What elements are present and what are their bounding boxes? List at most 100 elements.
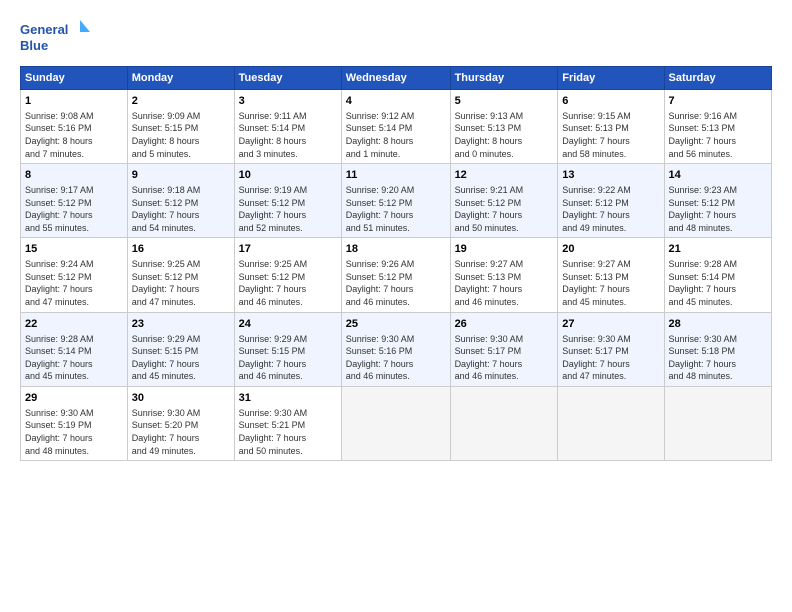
day-number: 18 bbox=[346, 242, 446, 257]
day-info: Sunrise: 9:17 AM Sunset: 5:12 PM Dayligh… bbox=[25, 184, 123, 234]
day-info: Sunrise: 9:27 AM Sunset: 5:13 PM Dayligh… bbox=[455, 258, 554, 308]
calendar-week-5: 29Sunrise: 9:30 AM Sunset: 5:19 PM Dayli… bbox=[21, 386, 772, 460]
day-number: 4 bbox=[346, 94, 446, 109]
day-number: 12 bbox=[455, 168, 554, 183]
day-number: 10 bbox=[239, 168, 337, 183]
day-number: 8 bbox=[25, 168, 123, 183]
day-number: 1 bbox=[25, 94, 123, 109]
calendar-cell: 18Sunrise: 9:26 AM Sunset: 5:12 PM Dayli… bbox=[341, 238, 450, 312]
day-info: Sunrise: 9:12 AM Sunset: 5:14 PM Dayligh… bbox=[346, 110, 446, 160]
day-info: Sunrise: 9:08 AM Sunset: 5:16 PM Dayligh… bbox=[25, 110, 123, 160]
day-number: 31 bbox=[239, 391, 337, 406]
calendar-cell: 30Sunrise: 9:30 AM Sunset: 5:20 PM Dayli… bbox=[127, 386, 234, 460]
calendar-cell: 10Sunrise: 9:19 AM Sunset: 5:12 PM Dayli… bbox=[234, 164, 341, 238]
calendar-cell: 28Sunrise: 9:30 AM Sunset: 5:18 PM Dayli… bbox=[664, 312, 771, 386]
day-info: Sunrise: 9:15 AM Sunset: 5:13 PM Dayligh… bbox=[562, 110, 659, 160]
calendar-cell: 24Sunrise: 9:29 AM Sunset: 5:15 PM Dayli… bbox=[234, 312, 341, 386]
day-info: Sunrise: 9:28 AM Sunset: 5:14 PM Dayligh… bbox=[669, 258, 767, 308]
calendar-cell: 26Sunrise: 9:30 AM Sunset: 5:17 PM Dayli… bbox=[450, 312, 558, 386]
svg-text:Blue: Blue bbox=[20, 38, 48, 53]
calendar-cell: 29Sunrise: 9:30 AM Sunset: 5:19 PM Dayli… bbox=[21, 386, 128, 460]
day-info: Sunrise: 9:27 AM Sunset: 5:13 PM Dayligh… bbox=[562, 258, 659, 308]
day-info: Sunrise: 9:09 AM Sunset: 5:15 PM Dayligh… bbox=[132, 110, 230, 160]
calendar-cell: 31Sunrise: 9:30 AM Sunset: 5:21 PM Dayli… bbox=[234, 386, 341, 460]
day-number: 7 bbox=[669, 94, 767, 109]
day-info: Sunrise: 9:19 AM Sunset: 5:12 PM Dayligh… bbox=[239, 184, 337, 234]
day-number: 22 bbox=[25, 317, 123, 332]
day-info: Sunrise: 9:18 AM Sunset: 5:12 PM Dayligh… bbox=[132, 184, 230, 234]
col-header-tuesday: Tuesday bbox=[234, 67, 341, 90]
day-info: Sunrise: 9:30 AM Sunset: 5:18 PM Dayligh… bbox=[669, 333, 767, 383]
day-info: Sunrise: 9:30 AM Sunset: 5:17 PM Dayligh… bbox=[455, 333, 554, 383]
col-header-monday: Monday bbox=[127, 67, 234, 90]
day-number: 23 bbox=[132, 317, 230, 332]
calendar-cell: 14Sunrise: 9:23 AM Sunset: 5:12 PM Dayli… bbox=[664, 164, 771, 238]
day-info: Sunrise: 9:30 AM Sunset: 5:20 PM Dayligh… bbox=[132, 407, 230, 457]
calendar-cell: 13Sunrise: 9:22 AM Sunset: 5:12 PM Dayli… bbox=[558, 164, 664, 238]
day-info: Sunrise: 9:13 AM Sunset: 5:13 PM Dayligh… bbox=[455, 110, 554, 160]
day-number: 17 bbox=[239, 242, 337, 257]
day-info: Sunrise: 9:29 AM Sunset: 5:15 PM Dayligh… bbox=[239, 333, 337, 383]
calendar-cell: 20Sunrise: 9:27 AM Sunset: 5:13 PM Dayli… bbox=[558, 238, 664, 312]
day-info: Sunrise: 9:26 AM Sunset: 5:12 PM Dayligh… bbox=[346, 258, 446, 308]
day-info: Sunrise: 9:16 AM Sunset: 5:13 PM Dayligh… bbox=[669, 110, 767, 160]
day-number: 26 bbox=[455, 317, 554, 332]
calendar-cell: 6Sunrise: 9:15 AM Sunset: 5:13 PM Daylig… bbox=[558, 90, 664, 164]
day-info: Sunrise: 9:30 AM Sunset: 5:21 PM Dayligh… bbox=[239, 407, 337, 457]
day-info: Sunrise: 9:22 AM Sunset: 5:12 PM Dayligh… bbox=[562, 184, 659, 234]
col-header-friday: Friday bbox=[558, 67, 664, 90]
day-number: 3 bbox=[239, 94, 337, 109]
calendar-cell: 2Sunrise: 9:09 AM Sunset: 5:15 PM Daylig… bbox=[127, 90, 234, 164]
day-info: Sunrise: 9:30 AM Sunset: 5:16 PM Dayligh… bbox=[346, 333, 446, 383]
calendar-cell: 21Sunrise: 9:28 AM Sunset: 5:14 PM Dayli… bbox=[664, 238, 771, 312]
day-number: 24 bbox=[239, 317, 337, 332]
day-number: 11 bbox=[346, 168, 446, 183]
calendar-cell: 12Sunrise: 9:21 AM Sunset: 5:12 PM Dayli… bbox=[450, 164, 558, 238]
day-info: Sunrise: 9:25 AM Sunset: 5:12 PM Dayligh… bbox=[132, 258, 230, 308]
day-info: Sunrise: 9:24 AM Sunset: 5:12 PM Dayligh… bbox=[25, 258, 123, 308]
col-header-sunday: Sunday bbox=[21, 67, 128, 90]
calendar-table: SundayMondayTuesdayWednesdayThursdayFrid… bbox=[20, 66, 772, 461]
calendar-cell: 23Sunrise: 9:29 AM Sunset: 5:15 PM Dayli… bbox=[127, 312, 234, 386]
day-info: Sunrise: 9:21 AM Sunset: 5:12 PM Dayligh… bbox=[455, 184, 554, 234]
day-info: Sunrise: 9:30 AM Sunset: 5:17 PM Dayligh… bbox=[562, 333, 659, 383]
calendar-cell: 5Sunrise: 9:13 AM Sunset: 5:13 PM Daylig… bbox=[450, 90, 558, 164]
calendar-cell: 9Sunrise: 9:18 AM Sunset: 5:12 PM Daylig… bbox=[127, 164, 234, 238]
col-header-thursday: Thursday bbox=[450, 67, 558, 90]
day-info: Sunrise: 9:11 AM Sunset: 5:14 PM Dayligh… bbox=[239, 110, 337, 160]
calendar-cell bbox=[558, 386, 664, 460]
calendar-week-4: 22Sunrise: 9:28 AM Sunset: 5:14 PM Dayli… bbox=[21, 312, 772, 386]
day-info: Sunrise: 9:23 AM Sunset: 5:12 PM Dayligh… bbox=[669, 184, 767, 234]
day-number: 6 bbox=[562, 94, 659, 109]
col-header-wednesday: Wednesday bbox=[341, 67, 450, 90]
day-number: 25 bbox=[346, 317, 446, 332]
day-info: Sunrise: 9:25 AM Sunset: 5:12 PM Dayligh… bbox=[239, 258, 337, 308]
page: General Blue SundayMondayTuesdayWednesda… bbox=[0, 0, 792, 612]
day-number: 20 bbox=[562, 242, 659, 257]
calendar-cell: 22Sunrise: 9:28 AM Sunset: 5:14 PM Dayli… bbox=[21, 312, 128, 386]
day-number: 13 bbox=[562, 168, 659, 183]
calendar-header-row: SundayMondayTuesdayWednesdayThursdayFrid… bbox=[21, 67, 772, 90]
day-number: 28 bbox=[669, 317, 767, 332]
day-info: Sunrise: 9:20 AM Sunset: 5:12 PM Dayligh… bbox=[346, 184, 446, 234]
day-info: Sunrise: 9:30 AM Sunset: 5:19 PM Dayligh… bbox=[25, 407, 123, 457]
calendar-cell bbox=[450, 386, 558, 460]
day-info: Sunrise: 9:29 AM Sunset: 5:15 PM Dayligh… bbox=[132, 333, 230, 383]
col-header-saturday: Saturday bbox=[664, 67, 771, 90]
header: General Blue bbox=[20, 18, 772, 56]
calendar-cell: 8Sunrise: 9:17 AM Sunset: 5:12 PM Daylig… bbox=[21, 164, 128, 238]
calendar-cell: 1Sunrise: 9:08 AM Sunset: 5:16 PM Daylig… bbox=[21, 90, 128, 164]
calendar-cell: 19Sunrise: 9:27 AM Sunset: 5:13 PM Dayli… bbox=[450, 238, 558, 312]
calendar-cell: 3Sunrise: 9:11 AM Sunset: 5:14 PM Daylig… bbox=[234, 90, 341, 164]
calendar-cell: 27Sunrise: 9:30 AM Sunset: 5:17 PM Dayli… bbox=[558, 312, 664, 386]
day-number: 14 bbox=[669, 168, 767, 183]
calendar-cell: 15Sunrise: 9:24 AM Sunset: 5:12 PM Dayli… bbox=[21, 238, 128, 312]
day-number: 19 bbox=[455, 242, 554, 257]
logo: General Blue bbox=[20, 18, 90, 56]
logo-svg: General Blue bbox=[20, 18, 90, 56]
calendar-cell: 4Sunrise: 9:12 AM Sunset: 5:14 PM Daylig… bbox=[341, 90, 450, 164]
calendar-week-1: 1Sunrise: 9:08 AM Sunset: 5:16 PM Daylig… bbox=[21, 90, 772, 164]
calendar-cell: 16Sunrise: 9:25 AM Sunset: 5:12 PM Dayli… bbox=[127, 238, 234, 312]
day-number: 5 bbox=[455, 94, 554, 109]
calendar-cell: 25Sunrise: 9:30 AM Sunset: 5:16 PM Dayli… bbox=[341, 312, 450, 386]
